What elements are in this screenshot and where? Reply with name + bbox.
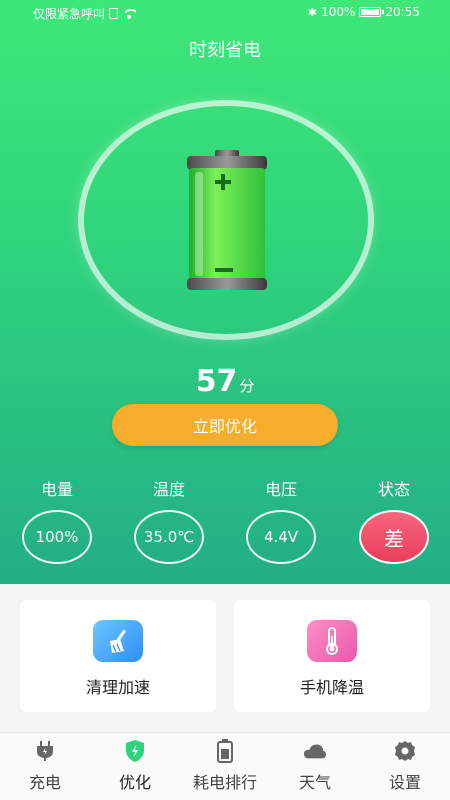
stat-value: 4.4V <box>246 510 316 564</box>
sim-icon <box>109 8 119 19</box>
hero-panel: 仅限紧急呼叫 ✱ 100% 20:55 时刻省电 57 分 立即优化 电量 10… <box>0 0 450 584</box>
clock-text: 20:55 <box>385 5 420 19</box>
stat-label: 电量 <box>40 480 73 499</box>
tools-section: 清理加速 手机降温 <box>0 584 450 732</box>
score-unit: 分 <box>239 377 255 395</box>
tab-optimize[interactable]: 优化 <box>90 739 180 793</box>
cloud-icon <box>303 739 327 763</box>
app-title: 时刻省电 <box>189 40 261 61</box>
wifi-icon <box>122 8 137 19</box>
carrier-text: 仅限紧急呼叫 <box>33 7 106 21</box>
stat-battery-level: 电量 100% <box>20 476 94 564</box>
status-bar: 仅限紧急呼叫 ✱ 100% 20:55 <box>0 0 450 26</box>
status-badge: 差 <box>359 510 429 564</box>
plug-icon <box>33 739 57 763</box>
tool-label: 手机降温 <box>299 678 364 697</box>
battery-icon <box>213 739 237 763</box>
tab-power-ranking[interactable]: 耗电排行 <box>180 739 270 793</box>
stat-voltage: 电压 4.4V <box>244 476 318 564</box>
tab-label: 优化 <box>118 773 151 792</box>
stat-value: 35.0℃ <box>134 510 204 564</box>
stat-label: 温度 <box>152 480 185 499</box>
tab-label: 天气 <box>298 773 331 792</box>
stat-temperature: 温度 35.0℃ <box>132 476 206 564</box>
tab-weather[interactable]: 天气 <box>270 739 360 793</box>
stat-label: 状态 <box>377 480 410 499</box>
tab-settings[interactable]: 设置 <box>360 739 450 793</box>
tab-charging[interactable]: 充电 <box>0 739 90 793</box>
shield-icon <box>123 739 147 763</box>
stat-label: 电压 <box>264 480 297 499</box>
tool-clean-speedup[interactable]: 清理加速 <box>20 600 216 712</box>
battery-illustration-icon <box>187 150 267 290</box>
stat-value: 100% <box>22 510 92 564</box>
tab-label: 充电 <box>28 773 61 792</box>
gear-icon <box>393 739 417 763</box>
tool-label: 清理加速 <box>85 678 150 697</box>
tab-label: 耗电排行 <box>192 773 257 792</box>
stat-status: 状态 差 <box>357 476 431 564</box>
tab-label: 设置 <box>388 773 421 792</box>
score-value: 57 <box>195 364 238 399</box>
thermometer-icon <box>307 620 357 662</box>
battery-percent-text: 100% <box>321 5 356 19</box>
bottom-tab-bar: 充电 优化 耗电排行 天气 设置 <box>0 732 450 800</box>
optimize-now-button[interactable]: 立即优化 <box>112 404 338 446</box>
score-display: 57 分 <box>0 364 450 399</box>
broom-icon <box>93 620 143 662</box>
tool-phone-cooling[interactable]: 手机降温 <box>234 600 430 712</box>
bluetooth-icon: ✱ <box>307 5 318 19</box>
battery-status-icon <box>359 7 385 17</box>
